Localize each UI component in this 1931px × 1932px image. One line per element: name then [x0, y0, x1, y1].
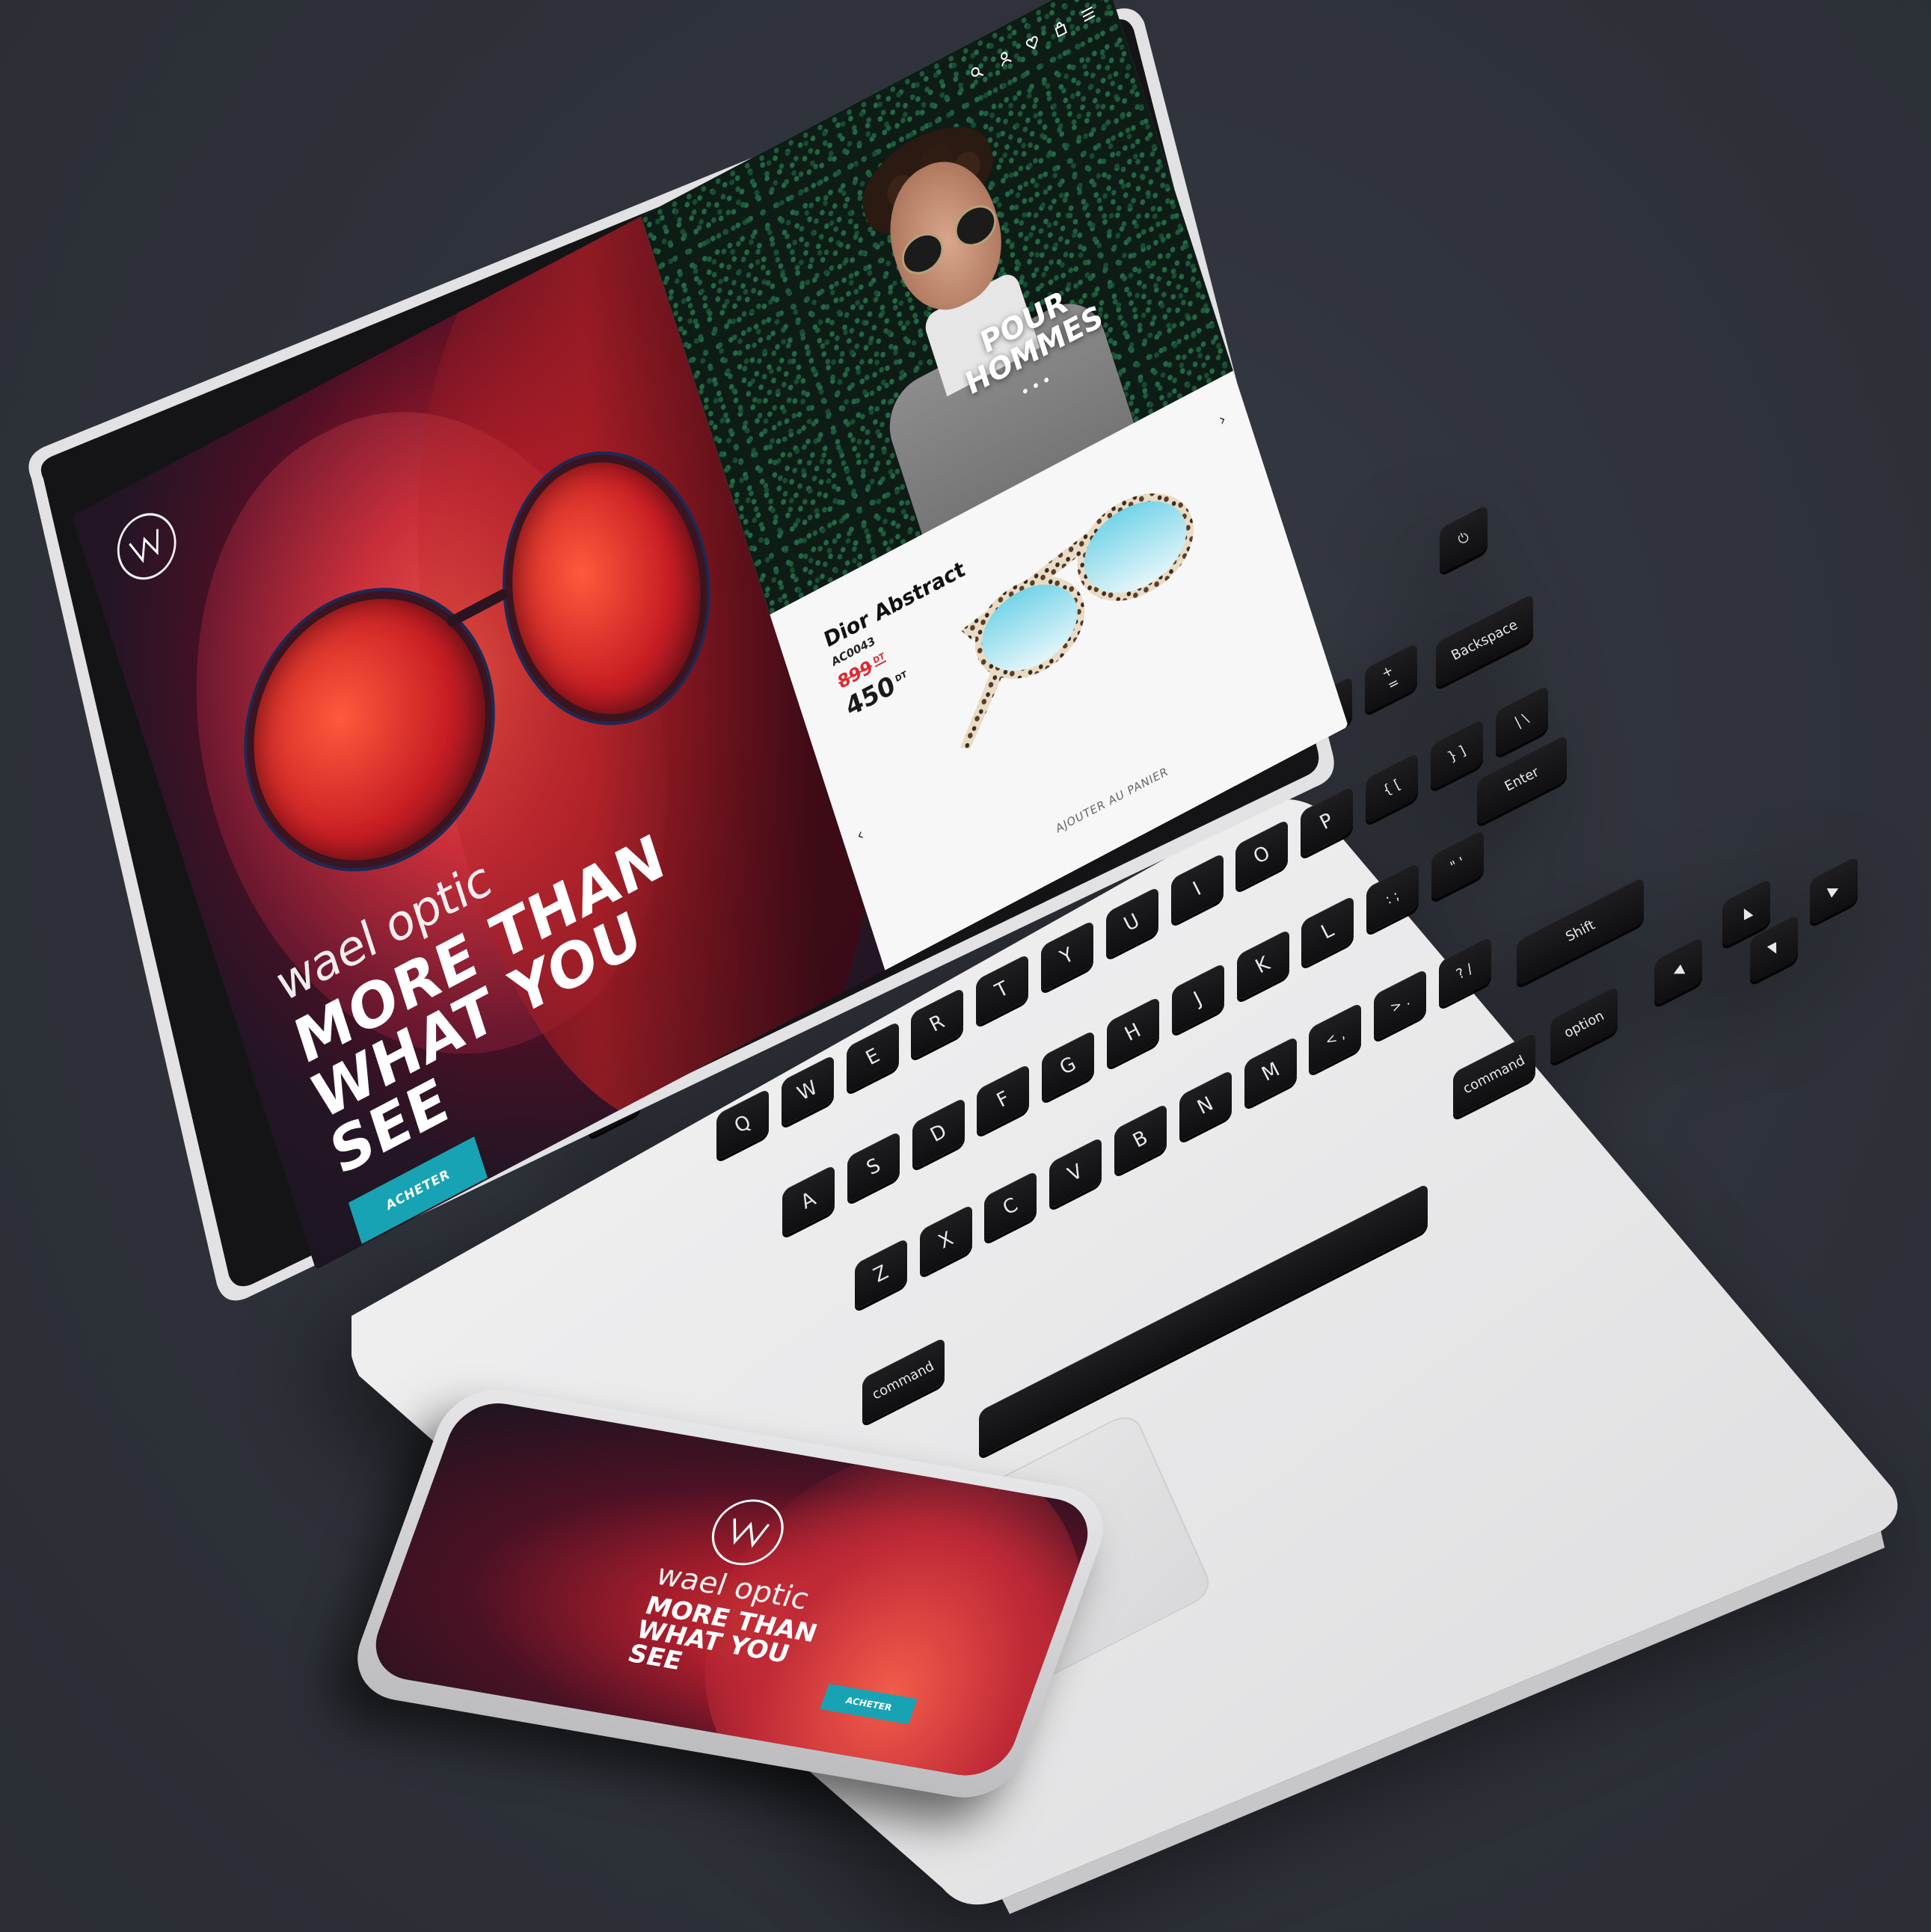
command-key-right[interactable]: command: [1452, 1030, 1535, 1119]
key[interactable]: O: [1235, 819, 1289, 892]
heart-icon[interactable]: [1024, 33, 1042, 54]
carousel-dot[interactable]: [1022, 387, 1028, 395]
user-icon[interactable]: [996, 47, 1014, 68]
key[interactable]: Z: [854, 1237, 907, 1311]
key[interactable]: % 5: [910, 876, 963, 950]
bag-icon[interactable]: [1052, 18, 1069, 39]
hero-sunglasses-lens-right: [473, 415, 740, 762]
product-reference: AC0043: [829, 633, 877, 669]
laptop-base: Esc! 1 @ 2 # 3 $ 4% 5 ^ 6 & 7 * 8( 9) 0 _ - + = B…: [351, 503, 1907, 1914]
key[interactable]: ! 1: [651, 1011, 703, 1084]
key[interactable]: ) 0: [1235, 708, 1288, 782]
keyboard: Esc! 1 @ 2 # 3 $ 4% 5 ^ 6 & 7 * 8( 9) 0 _ - + = B…: [351, 503, 1907, 1914]
carousel-dots[interactable]: [1022, 376, 1049, 395]
key[interactable]: < ,: [1309, 1002, 1362, 1076]
promo-title-line: HOMMES: [961, 298, 1107, 403]
arrow-right-key[interactable]: ▶: [1810, 855, 1858, 926]
key[interactable]: { [: [1366, 751, 1419, 825]
key[interactable]: T: [976, 953, 1029, 1027]
key[interactable]: F: [977, 1063, 1030, 1137]
promo-title-line: POUR: [977, 284, 1072, 361]
key[interactable]: L: [1301, 895, 1354, 969]
key[interactable]: K: [1236, 929, 1289, 1003]
space-bar[interactable]: [978, 1183, 1428, 1458]
key[interactable]: ? /: [1439, 935, 1491, 1009]
key[interactable]: > .: [1374, 968, 1427, 1042]
key[interactable]: $ 4: [845, 910, 898, 983]
shift-key[interactable]: Shift: [1517, 876, 1645, 987]
key[interactable]: X: [919, 1204, 972, 1277]
key[interactable]: V: [1049, 1136, 1102, 1210]
key[interactable]: _ -: [1300, 674, 1352, 748]
key[interactable]: M: [1244, 1036, 1297, 1110]
key[interactable]: # 3: [780, 944, 833, 1017]
key[interactable]: A: [782, 1164, 835, 1237]
arrow-left-key[interactable]: ◀: [1654, 935, 1702, 1006]
key[interactable]: I: [1170, 852, 1224, 926]
key[interactable]: J: [1171, 962, 1224, 1036]
w-monogram-icon[interactable]: [109, 502, 185, 591]
key[interactable]: B: [1114, 1103, 1167, 1177]
key[interactable]: " ': [1431, 828, 1485, 902]
key[interactable]: : ;: [1366, 861, 1419, 935]
key[interactable]: * 8: [1105, 775, 1158, 849]
power-key[interactable]: ⏻: [1440, 503, 1488, 575]
key[interactable]: G: [1042, 1030, 1095, 1104]
product-name[interactable]: Dior Abstract: [821, 556, 968, 653]
key[interactable]: D: [912, 1097, 965, 1170]
promo-banner-hommes[interactable]: POUR HOMMES: [641, 0, 1233, 615]
mockup-scene: Esc! 1 @ 2 # 3 $ 4% 5 ^ 6 & 7 * 8( 9) 0 _ - + = B…: [0, 0, 1931, 1932]
key[interactable]: & 7: [1040, 809, 1093, 883]
backspace-key[interactable]: Backspace: [1436, 592, 1534, 689]
header-icons: [968, 4, 1098, 84]
option-key[interactable]: option: [1550, 984, 1618, 1065]
old-price: 899DT: [835, 650, 886, 694]
product-image[interactable]: [905, 455, 1238, 772]
hero-sunglasses-bridge: [446, 587, 509, 629]
key[interactable]: U: [1105, 885, 1158, 959]
promo-title: POUR HOMMES: [954, 274, 1107, 403]
key[interactable]: S: [847, 1130, 900, 1204]
key[interactable]: Q: [716, 1087, 770, 1161]
carousel-dot[interactable]: [1043, 376, 1049, 384]
key[interactable]: P: [1301, 785, 1354, 858]
key[interactable]: ^ 6: [975, 843, 1028, 917]
key[interactable]: Y: [1041, 919, 1094, 993]
model-photo: [821, 105, 1150, 585]
key[interactable]: @ 2: [715, 977, 768, 1050]
key[interactable]: + =: [1364, 641, 1417, 715]
search-icon[interactable]: [968, 62, 986, 83]
new-price: 450DT: [842, 668, 909, 724]
command-key-left[interactable]: command: [862, 1336, 945, 1426]
key[interactable]: N: [1179, 1069, 1232, 1143]
key[interactable]: W: [781, 1053, 834, 1127]
carousel-dot[interactable]: [1033, 382, 1039, 389]
key[interactable]: E: [846, 1020, 899, 1094]
key[interactable]: C: [984, 1170, 1037, 1243]
enter-key[interactable]: Enter: [1477, 733, 1568, 826]
esc-key[interactable]: Esc: [588, 1065, 641, 1139]
menu-icon[interactable]: [1079, 4, 1097, 25]
key[interactable]: R: [911, 986, 964, 1060]
key[interactable]: ( 9: [1170, 742, 1223, 816]
key[interactable]: H: [1107, 996, 1160, 1070]
next-arrow-icon[interactable]: ›: [1217, 410, 1228, 431]
key[interactable]: } ]: [1430, 718, 1483, 791]
